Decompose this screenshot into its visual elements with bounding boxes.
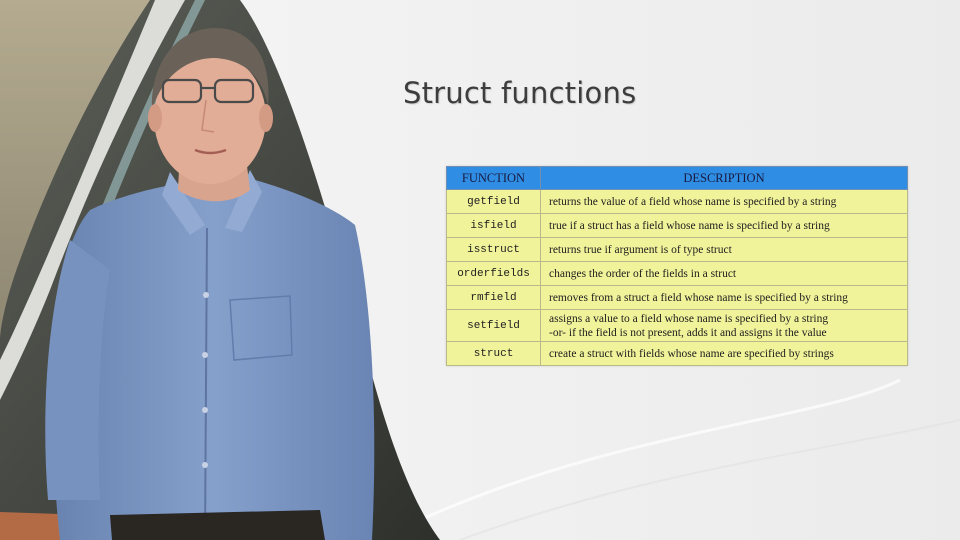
table-row: isstruct returns true if argument is of … (446, 237, 908, 262)
function-name-isfield: isfield (446, 213, 541, 238)
table-row: setfield assigns a value to a field whos… (446, 309, 908, 342)
function-name-orderfields: orderfields (446, 261, 541, 286)
function-name-getfield: getfield (446, 189, 541, 214)
belt (110, 510, 325, 540)
presenter-shirt (52, 180, 375, 540)
table-row: orderfields changes the order of the fie… (446, 261, 908, 286)
table-row: struct create a struct with fields whose… (446, 341, 908, 366)
function-description: assigns a value to a field whose name is… (540, 309, 908, 342)
function-description: returns the value of a field whose name … (540, 189, 908, 214)
function-description: true if a struct has a field whose name … (540, 213, 908, 238)
column-header-function: FUNCTION (446, 166, 541, 190)
function-name-struct: struct (446, 341, 541, 366)
slide-title: Struct functions (403, 76, 637, 110)
function-name-isstruct: isstruct (446, 237, 541, 262)
function-description: create a struct with fields whose name a… (540, 341, 908, 366)
function-name-setfield: setfield (446, 309, 541, 342)
struct-functions-table: FUNCTION DESCRIPTION getfield returns th… (446, 166, 908, 366)
table-row: getfield returns the value of a field wh… (446, 189, 908, 214)
table-header-row: FUNCTION DESCRIPTION (446, 166, 908, 190)
function-description: returns true if argument is of type stru… (540, 237, 908, 262)
column-header-description: DESCRIPTION (540, 166, 908, 190)
function-description: changes the order of the fields in a str… (540, 261, 908, 286)
function-description-line: assigns a value to a field whose name is… (549, 312, 829, 325)
table-row: rmfield removes from a struct a field wh… (446, 285, 908, 310)
table-row: isfield true if a struct has a field who… (446, 213, 908, 238)
function-description-line: -or- if the field is not present, adds i… (549, 326, 827, 339)
function-name-rmfield: rmfield (446, 285, 541, 310)
function-description: removes from a struct a field whose name… (540, 285, 908, 310)
